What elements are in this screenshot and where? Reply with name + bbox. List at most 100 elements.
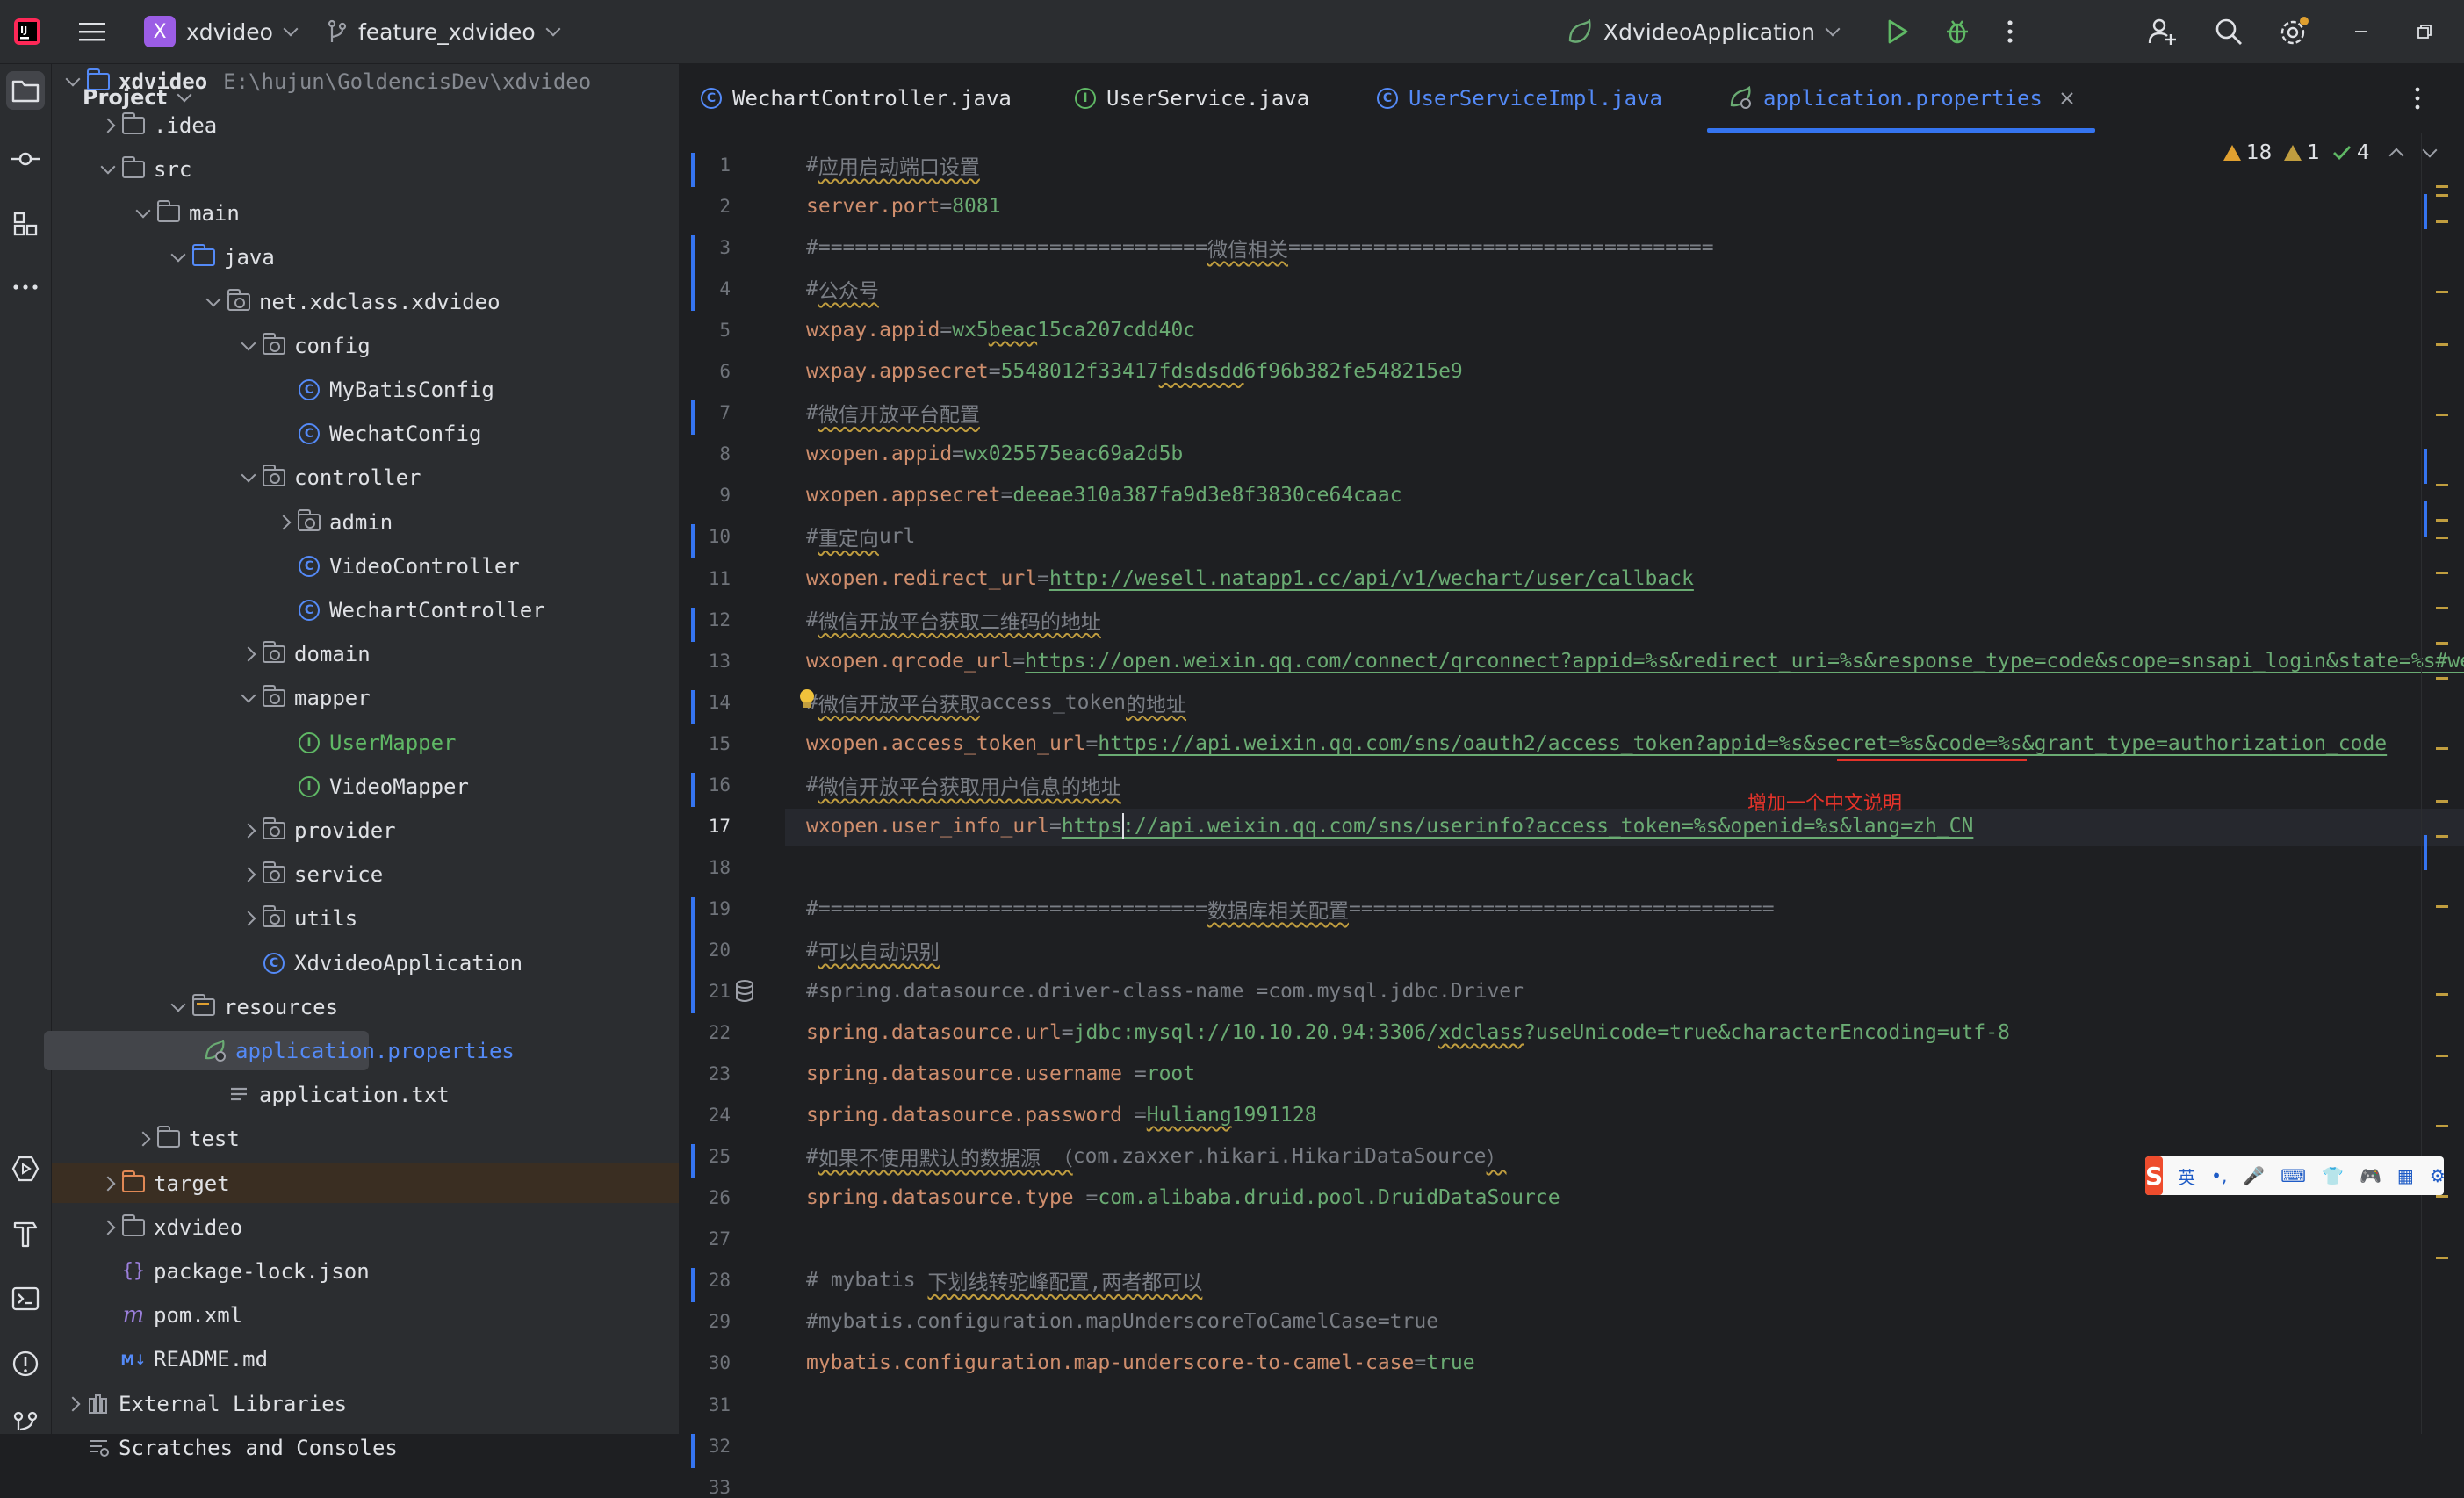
- error-stripe-mark[interactable]: [2436, 905, 2448, 908]
- change-stripe-mark[interactable]: [2424, 835, 2427, 870]
- tree-node[interactable]: src: [52, 149, 679, 189]
- vcs-change-marker[interactable]: [691, 896, 695, 1014]
- tree-node[interactable]: I VideoMapper: [52, 767, 679, 806]
- tree-node[interactable]: I UserMapper: [52, 723, 679, 762]
- microphone-icon[interactable]: 🎤: [2243, 1165, 2265, 1186]
- tree-node[interactable]: admin: [52, 502, 679, 542]
- tree-node[interactable]: .idea: [52, 105, 679, 145]
- tree-node[interactable]: application.txt: [52, 1076, 679, 1115]
- error-stripe-mark[interactable]: [2436, 747, 2448, 750]
- debug-button[interactable]: [1944, 0, 1970, 63]
- vcs-change-marker[interactable]: [691, 153, 695, 188]
- ime-punctuation-toggle[interactable]: •,: [2211, 1165, 2227, 1186]
- run-config-selector[interactable]: XdvideoApplication: [1567, 0, 1841, 63]
- tree-node[interactable]: mapper: [52, 679, 679, 718]
- tree-node[interactable]: java: [52, 238, 679, 277]
- structure-tool-button[interactable]: [6, 205, 45, 243]
- error-stripe-mark[interactable]: [2436, 185, 2448, 188]
- tree-node[interactable]: C MyBatisConfig: [52, 370, 679, 409]
- error-stripe-mark[interactable]: [2436, 607, 2448, 609]
- chevron-right-icon[interactable]: [236, 899, 261, 939]
- tree-node[interactable]: C WechartController: [52, 590, 679, 630]
- tree-node[interactable]: xdvideo: [52, 1207, 679, 1247]
- database-icon[interactable]: [734, 979, 755, 1004]
- main-menu-icon[interactable]: [79, 0, 105, 63]
- tree-node[interactable]: main: [52, 194, 679, 234]
- chevron-right-icon[interactable]: [131, 1120, 155, 1159]
- tree-node[interactable]: resources: [52, 987, 679, 1026]
- error-stripe-mark[interactable]: [2436, 537, 2448, 539]
- close-icon[interactable]: [2060, 91, 2074, 105]
- tree-node[interactable]: config: [52, 326, 679, 365]
- vcs-change-marker[interactable]: [691, 1144, 695, 1179]
- tab-options-button[interactable]: [2413, 64, 2422, 133]
- chevron-right-icon[interactable]: [236, 810, 261, 850]
- chevron-down-icon[interactable]: [236, 458, 261, 498]
- tab-application-properties[interactable]: application.properties: [1707, 64, 2095, 133]
- tree-node[interactable]: xdvideo E:\hujun\GoldencisDev\xdvideo: [52, 61, 679, 101]
- error-stripe-mark[interactable]: [2436, 414, 2448, 416]
- error-stripe-mark[interactable]: [2436, 343, 2448, 346]
- tree-node[interactable]: m pom.xml: [52, 1296, 679, 1336]
- project-tool-button[interactable]: [6, 71, 45, 110]
- chevron-right-icon[interactable]: [96, 105, 120, 145]
- tree-node[interactable]: C WechatConfig: [52, 414, 679, 454]
- run-button[interactable]: [1886, 0, 1909, 63]
- error-stripe-mark[interactable]: [2436, 1125, 2448, 1127]
- error-stripe-mark[interactable]: [2436, 519, 2448, 522]
- terminal-tool-button[interactable]: [6, 1279, 45, 1318]
- tree-node[interactable]: net.xdclass.xdvideo: [52, 282, 679, 321]
- change-stripe-mark[interactable]: [2424, 194, 2427, 229]
- change-stripe-mark[interactable]: [2424, 449, 2427, 484]
- tree-node[interactable]: test: [52, 1120, 679, 1159]
- tree-node[interactable]: provider: [52, 810, 679, 850]
- chevron-down-icon[interactable]: [166, 238, 191, 277]
- vcs-change-marker[interactable]: [691, 1433, 695, 1468]
- tab-userserviceimpl[interactable]: C UserServiceImpl.java: [1377, 64, 1662, 133]
- project-switcher[interactable]: X xdvideo: [144, 0, 299, 63]
- build-tool-button[interactable]: [6, 1214, 45, 1253]
- error-stripe-mark[interactable]: [2436, 642, 2448, 645]
- more-tools-button[interactable]: [6, 268, 45, 306]
- vcs-change-marker[interactable]: [691, 524, 695, 559]
- tab-userservice[interactable]: I UserService.java: [1075, 64, 1309, 133]
- tree-node[interactable]: C XdvideoApplication: [52, 943, 679, 983]
- minimize-button[interactable]: [2353, 0, 2369, 63]
- tree-node[interactable]: service: [52, 855, 679, 895]
- more-actions-button[interactable]: [2006, 0, 2014, 63]
- chevron-down-icon[interactable]: [236, 679, 261, 718]
- vcs-change-marker[interactable]: [691, 235, 695, 312]
- chevron-down-icon[interactable]: [96, 149, 120, 189]
- ime-toolbar[interactable]: S 英 •, 🎤 ⌨ 👕 🎮 ▦ ⚙: [2145, 1156, 2446, 1195]
- tree-node[interactable]: controller: [52, 458, 679, 498]
- error-stripe-mark[interactable]: [2436, 835, 2448, 838]
- inspection-widget[interactable]: 18 1 4: [2223, 141, 2438, 164]
- vcs-change-marker[interactable]: [691, 1268, 695, 1303]
- vcs-change-marker[interactable]: [691, 689, 695, 724]
- ime-language-toggle[interactable]: 英: [2178, 1163, 2195, 1189]
- error-stripe-mark[interactable]: [2436, 484, 2448, 486]
- services-tool-button[interactable]: [6, 1149, 45, 1188]
- tab-wechartcontroller[interactable]: C WechartController.java: [701, 64, 1012, 133]
- error-stripe-mark[interactable]: [2436, 800, 2448, 803]
- chevron-down-icon[interactable]: [131, 194, 155, 234]
- tree-node[interactable]: C VideoController: [52, 546, 679, 586]
- chevron-right-icon[interactable]: [271, 502, 296, 542]
- tree-node[interactable]: target: [52, 1163, 679, 1203]
- game-icon[interactable]: 🎮: [2360, 1165, 2381, 1186]
- error-stripe-mark[interactable]: [2436, 1195, 2448, 1198]
- tree-node[interactable]: domain: [52, 635, 679, 674]
- previous-highlight-icon[interactable]: [2388, 148, 2404, 163]
- chevron-right-icon[interactable]: [236, 855, 261, 895]
- tree-node[interactable]: utils: [52, 899, 679, 939]
- tree-node[interactable]: M↓ README.md: [52, 1340, 679, 1379]
- chevron-right-icon[interactable]: [96, 1163, 120, 1203]
- chevron-down-icon[interactable]: [201, 282, 226, 321]
- ime-settings-icon[interactable]: ⚙: [2430, 1165, 2446, 1186]
- chevron-right-icon[interactable]: [96, 1207, 120, 1247]
- problems-tool-button[interactable]: [6, 1344, 45, 1383]
- tree-node[interactable]: application.properties: [44, 1031, 515, 1071]
- vcs-change-marker[interactable]: [691, 772, 695, 807]
- skin-icon[interactable]: 👕: [2322, 1165, 2344, 1186]
- tree-node[interactable]: External Libraries: [52, 1384, 679, 1423]
